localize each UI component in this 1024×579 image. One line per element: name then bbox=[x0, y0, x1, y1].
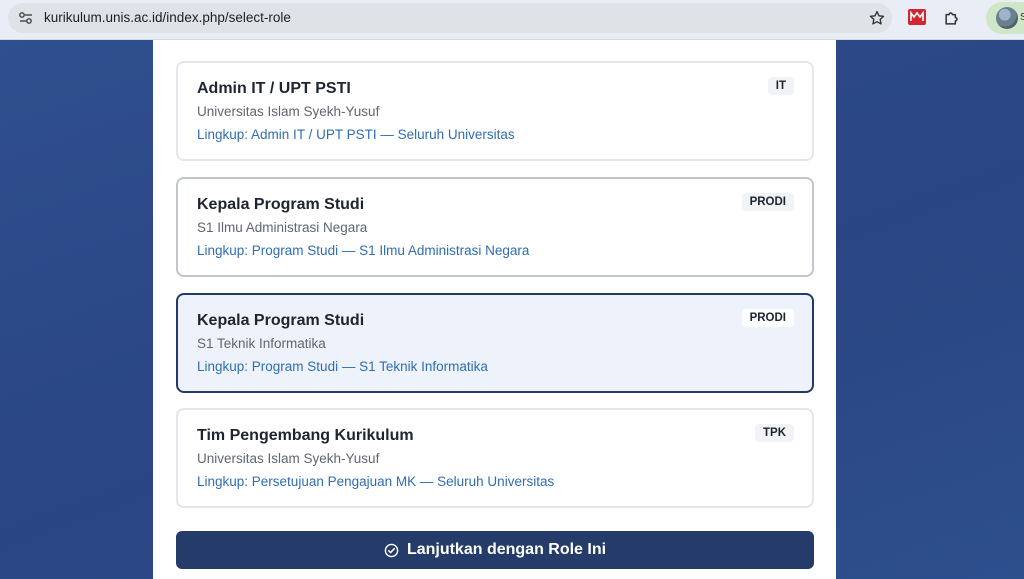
url-text[interactable]: kurikulum.unis.ac.id/index.php/select-ro… bbox=[44, 10, 291, 25]
role-badge: PRODI bbox=[741, 193, 794, 211]
role-subtitle: S1 Ilmu Administrasi Negara bbox=[197, 220, 368, 235]
continue-button-label: Lanjutkan dengan Role Ini bbox=[406, 541, 607, 558]
check-circle-icon bbox=[384, 543, 399, 557]
role-scope: Lingkup: Program Studi — S1 Ilmu Adminis… bbox=[197, 243, 530, 258]
role-badge: TPK bbox=[755, 424, 794, 442]
profile-initial: S bbox=[1020, 12, 1024, 23]
role-subtitle: Universitas Islam Syekh-Yusuf bbox=[197, 451, 380, 466]
role-card-tpk[interactable]: Tim Pengembang Kurikulum Universitas Isl… bbox=[176, 408, 814, 508]
role-title: Tim Pengembang Kurikulum bbox=[197, 427, 414, 444]
role-card-kaprodi-ti[interactable]: Kepala Program Studi S1 Teknik Informati… bbox=[176, 293, 814, 393]
role-title: Admin IT / UPT PSTI bbox=[197, 80, 351, 97]
extension-icon[interactable] bbox=[908, 9, 926, 25]
avatar[interactable] bbox=[996, 7, 1018, 29]
role-subtitle: Universitas Islam Syekh-Yusuf bbox=[197, 104, 380, 119]
role-title: Kepala Program Studi bbox=[197, 196, 365, 213]
continue-with-role-button[interactable]: Lanjutkan dengan Role Ini bbox=[176, 531, 814, 569]
role-card-kaprodi-ian[interactable]: Kepala Program Studi S1 Ilmu Administras… bbox=[176, 177, 814, 277]
role-badge: PRODI bbox=[741, 309, 794, 327]
role-title: Kepala Program Studi bbox=[197, 312, 365, 329]
extensions-puzzle-icon[interactable] bbox=[942, 8, 962, 28]
role-scope: Lingkup: Admin IT / UPT PSTI — Seluruh U… bbox=[197, 127, 515, 142]
bookmark-star-icon[interactable] bbox=[868, 9, 886, 27]
role-scope: Lingkup: Persetujuan Pengajuan MK — Selu… bbox=[197, 474, 555, 489]
role-card-admin-it[interactable]: Admin IT / UPT PSTI Universitas Islam Sy… bbox=[176, 61, 814, 161]
role-badge: IT bbox=[767, 77, 794, 95]
site-settings-icon[interactable] bbox=[18, 10, 34, 26]
role-scope: Lingkup: Program Studi — S1 Teknik Infor… bbox=[197, 359, 488, 374]
address-bar[interactable]: kurikulum.unis.ac.id/index.php/select-ro… bbox=[8, 3, 892, 33]
role-subtitle: S1 Teknik Informatika bbox=[197, 336, 326, 351]
browser-toolbar: kurikulum.unis.ac.id/index.php/select-ro… bbox=[0, 0, 1024, 40]
